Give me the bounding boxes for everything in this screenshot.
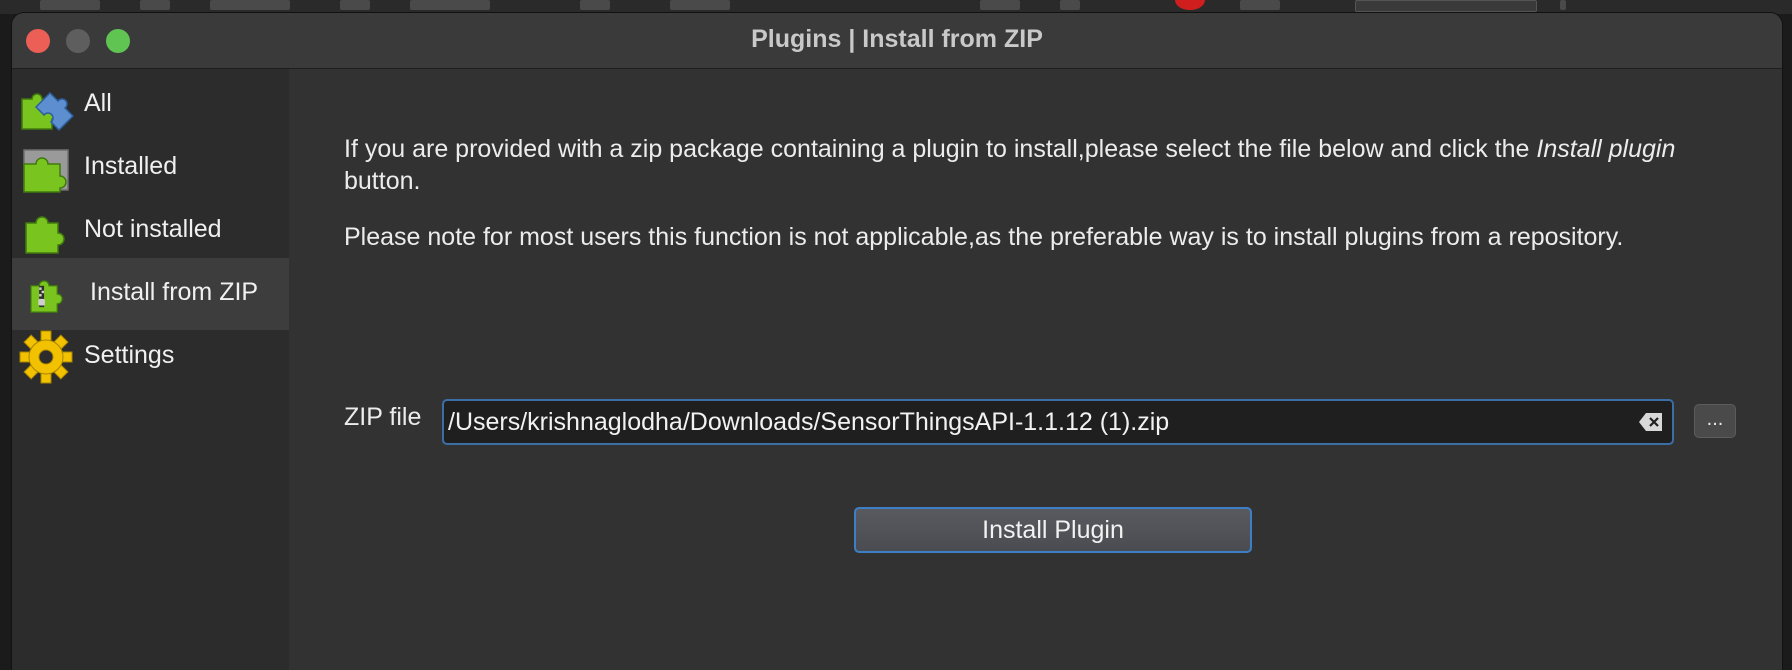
sidebar-item-settings[interactable]: Settings <box>12 321 289 393</box>
background-tool <box>1560 0 1566 10</box>
puzzle-zip-icon <box>30 280 63 313</box>
sidebar-item-label: Not installed <box>84 215 222 243</box>
zip-file-input[interactable] <box>442 399 1674 445</box>
sidebar-item-install-from-zip[interactable]: Install from ZIP <box>12 258 289 330</box>
background-tool <box>140 0 170 10</box>
title-bar: Plugins | Install from ZIP <box>12 13 1782 69</box>
intro-text-emphasis: Install plugin <box>1536 135 1676 163</box>
background-tool <box>340 0 370 10</box>
background-tool <box>410 0 490 10</box>
sidebar-item-installed[interactable]: Installed <box>12 132 289 204</box>
background-edge-text <box>0 290 14 320</box>
puzzle-all-icon <box>21 91 74 132</box>
puzzle-installed-icon <box>23 149 69 193</box>
browse-button[interactable]: ... <box>1694 404 1736 438</box>
background-tool <box>210 0 290 10</box>
background-tool <box>40 0 100 10</box>
puzzle-not-installed-icon <box>25 216 65 254</box>
background-toolbar <box>0 0 1792 14</box>
background-tool <box>670 0 730 10</box>
intro-text-part: button. <box>344 167 421 195</box>
sidebar-item-all[interactable]: All <box>12 69 289 141</box>
sidebar-item-label: Installed <box>84 152 178 180</box>
gear-icon <box>19 330 73 384</box>
sidebar-item-label: Install from ZIP <box>90 278 259 306</box>
background-tool <box>580 0 610 10</box>
install-plugin-button[interactable]: Install Plugin <box>854 507 1252 553</box>
window-title: Plugins | Install from ZIP <box>751 25 1043 53</box>
install-from-zip-panel: If you are provided with a zip package c… <box>289 69 1782 670</box>
background-tool <box>1240 0 1280 10</box>
sidebar-item-label: Settings <box>84 341 175 369</box>
background-tool <box>980 0 1020 10</box>
intro-text: If you are provided with a zip package c… <box>344 133 1744 197</box>
note-text: Please note for most users this function… <box>344 223 1624 251</box>
plugins-dialog: Plugins | Install from ZIP All Installed… <box>12 13 1782 670</box>
background-field <box>1355 0 1537 12</box>
sidebar-item-label: All <box>84 89 112 117</box>
zip-file-label: ZIP file <box>344 403 422 431</box>
sidebar: All Installed Not installed Install from… <box>12 69 289 670</box>
sidebar-item-not-installed[interactable]: Not installed <box>12 195 289 267</box>
clear-field-icon[interactable] <box>1638 411 1664 433</box>
background-tool <box>1060 0 1080 10</box>
intro-text-part: If you are provided with a zip package c… <box>344 135 1537 163</box>
